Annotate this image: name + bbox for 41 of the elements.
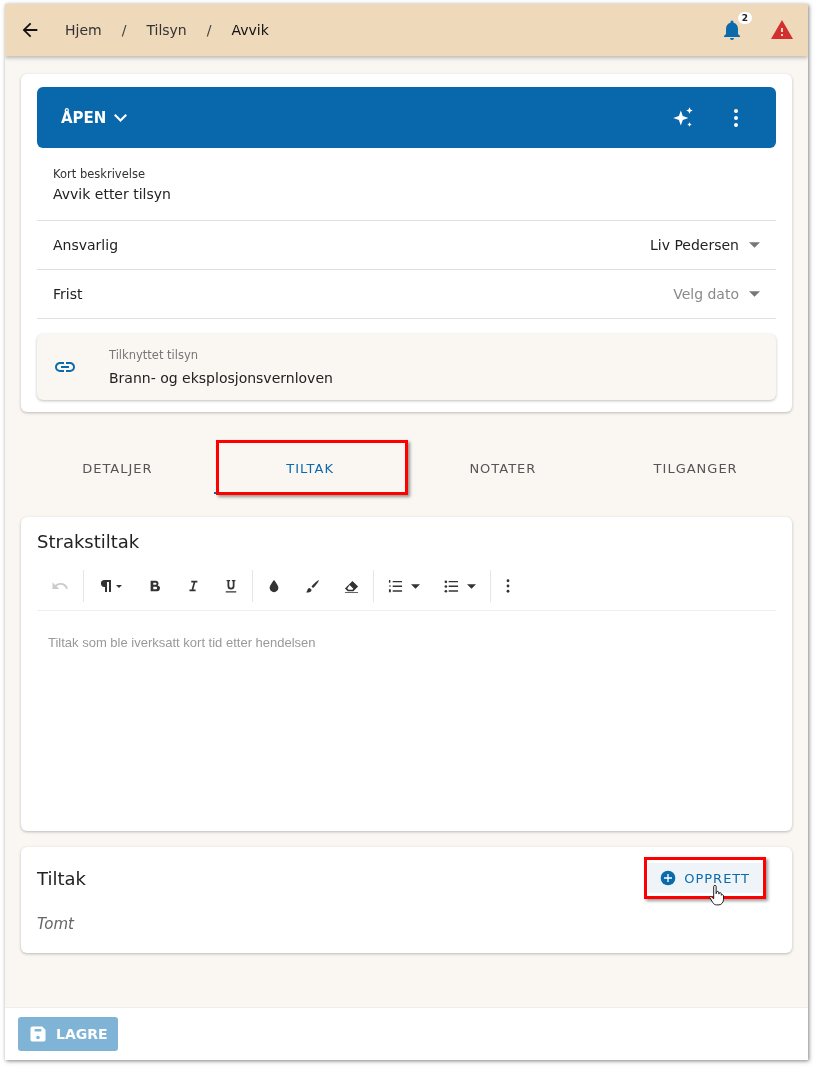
empty-text: Tomt: [37, 915, 76, 933]
numbered-list-icon[interactable]: [388, 578, 403, 594]
breadcrumb: Avvik: [231, 22, 269, 38]
breadcrumb-separator: /: [206, 22, 212, 38]
warning-icon[interactable]: [770, 18, 794, 42]
plus-circle-icon: [660, 870, 677, 886]
brush-icon[interactable]: [305, 578, 320, 594]
bullet-list-icon[interactable]: [444, 578, 459, 594]
select-value[interactable]: Liv Pedersen: [649, 237, 739, 253]
linked-value: Brann- og eksplosjonsvernloven: [109, 370, 333, 386]
linked-label: Tilknyttet tilsyn: [109, 348, 200, 362]
caret-icon[interactable]: [411, 583, 420, 589]
field-label: Ansvarlig: [53, 237, 119, 253]
breadcrumb[interactable]: Tilsyn: [146, 22, 187, 38]
caret-icon[interactable]: [467, 583, 476, 589]
eraser-icon[interactable]: [344, 578, 359, 594]
section-title: Tiltak: [37, 867, 86, 889]
breadcrumb[interactable]: Hjem: [65, 22, 102, 38]
section-title: Strakstiltak: [37, 531, 141, 552]
bold-icon[interactable]: [148, 579, 162, 593]
description-field[interactable]: Avvik etter tilsyn: [53, 185, 171, 202]
breadcrumb-separator: /: [121, 22, 127, 38]
ink-drop-icon[interactable]: [267, 579, 281, 593]
linked-inspection-card[interactable]: Tilknyttet tilsyn Brann- og eksplosjonsvernloven: [37, 334, 776, 400]
chevron-down-icon: [114, 113, 128, 122]
notification-badge: 2: [737, 12, 752, 24]
dropdown-arrow-icon[interactable]: [749, 242, 760, 248]
tab[interactable]: NOTATER: [406, 442, 600, 494]
field-label: Frist: [53, 286, 83, 302]
more-vertical-icon[interactable]: [505, 579, 511, 593]
field-label: Kort beskrivelse: [53, 166, 145, 181]
underline-icon[interactable]: [224, 579, 238, 593]
select-value[interactable]: Velg dato: [673, 286, 739, 302]
dropdown-arrow-icon[interactable]: [749, 291, 760, 297]
hand-cursor-icon: [709, 885, 724, 906]
tab[interactable]: TILTAK: [213, 442, 407, 494]
status-dropdown[interactable]: ÅPEN: [61, 108, 128, 127]
tab[interactable]: DETALJER: [21, 442, 214, 494]
paragraph-icon[interactable]: [98, 578, 124, 594]
tab[interactable]: TILGANGER: [599, 442, 792, 494]
create-button[interactable]: OPPRETT: [648, 863, 762, 893]
